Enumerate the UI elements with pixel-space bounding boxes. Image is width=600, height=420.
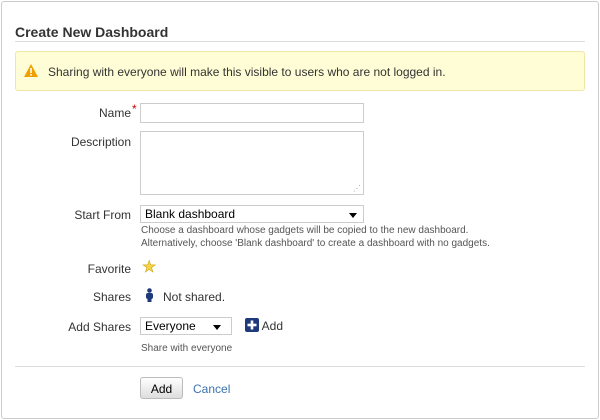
start-from-select[interactable]: Blank dashboard: [140, 205, 364, 223]
add-shares-select[interactable]: Everyone: [140, 317, 232, 335]
favorite-label: Favorite: [87, 262, 131, 276]
start-from-help-2: Alternatively, choose 'Blank dashboard' …: [141, 238, 490, 249]
warning-icon: [24, 64, 38, 77]
name-label-text: Name: [98, 106, 131, 120]
chevron-down-icon: [349, 213, 357, 218]
shares-value: Not shared.: [163, 290, 226, 304]
add-share-link[interactable]: Add: [245, 318, 283, 333]
add-shares-value: Everyone: [145, 319, 196, 333]
resize-handle-icon[interactable]: ⋰: [353, 184, 361, 193]
shares-label: Shares: [92, 290, 131, 304]
warning-text: Sharing with everyone will make this vis…: [48, 65, 446, 79]
description-textarea[interactable]: ⋰: [140, 131, 364, 195]
cancel-link[interactable]: Cancel: [193, 382, 230, 396]
chevron-down-icon: [213, 325, 221, 330]
title-divider: [15, 41, 585, 42]
plus-icon: [245, 318, 259, 332]
start-from-label: Start From: [74, 208, 131, 222]
name-label: Name *: [98, 102, 137, 120]
actions-divider: [15, 366, 585, 367]
name-input[interactable]: [140, 103, 364, 123]
page-title: Create New Dashboard: [15, 24, 169, 40]
add-shares-label: Add Shares: [68, 320, 131, 334]
description-label: Description: [70, 135, 131, 149]
add-share-label: Add: [261, 319, 284, 333]
start-from-help-1: Choose a dashboard whose gadgets will be…: [141, 225, 469, 236]
required-mark: *: [132, 102, 137, 116]
user-icon: [146, 288, 153, 302]
warning-message: Sharing with everyone will make this vis…: [15, 51, 585, 91]
add-shares-help: Share with everyone: [141, 343, 233, 354]
add-button[interactable]: Add: [140, 377, 183, 399]
start-from-value: Blank dashboard: [145, 207, 236, 221]
favorite-star-icon[interactable]: ★: [142, 257, 157, 277]
